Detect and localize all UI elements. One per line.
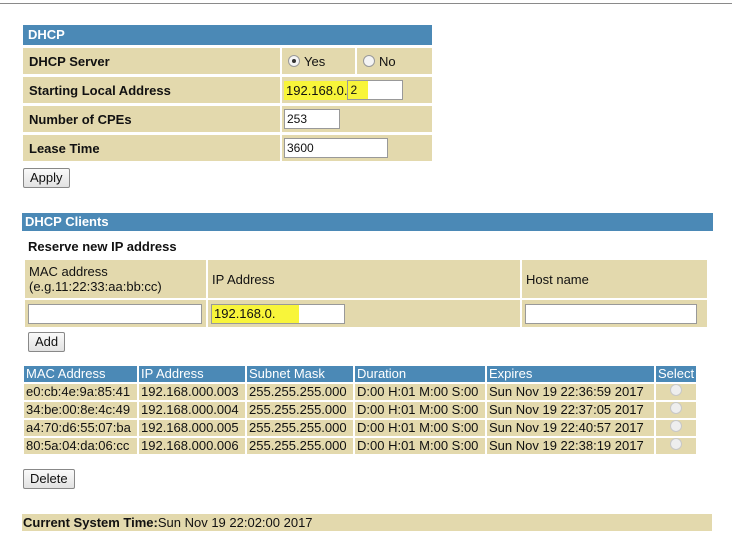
select-cell bbox=[656, 438, 697, 454]
radio-no-label: No bbox=[379, 53, 396, 69]
col-expires: Expires bbox=[487, 366, 654, 382]
subnet-cell: 255.255.255.000 bbox=[247, 438, 353, 454]
reserve-title: Reserve new IP address bbox=[28, 239, 177, 254]
cpes-row: Number of CPEs bbox=[23, 106, 432, 132]
select-cell bbox=[656, 420, 697, 436]
duration-cell: D:00 H:01 M:00 S:00 bbox=[355, 420, 485, 436]
dhcp-header: DHCP bbox=[23, 25, 432, 45]
dhcp-clients-header: DHCP Clients bbox=[22, 213, 713, 231]
radio-no-option[interactable]: No bbox=[355, 48, 432, 74]
expires-cell: Sun Nov 19 22:40:57 2017 bbox=[487, 420, 654, 436]
ip-cell: 192.168.000.005 bbox=[139, 420, 245, 436]
duration-cell: D:00 H:01 M:00 S:00 bbox=[355, 384, 485, 400]
host-name-input[interactable] bbox=[525, 303, 697, 324]
ip-cell: 192.168.000.004 bbox=[139, 402, 245, 418]
ip-input-wrapper: 192.168.0. bbox=[211, 303, 345, 324]
host-name-header: Host name bbox=[522, 260, 707, 298]
select-cell bbox=[656, 402, 697, 418]
clients-table: MAC Address IP Address Subnet Mask Durat… bbox=[22, 364, 698, 456]
ip-address-header: IP Address bbox=[208, 260, 520, 298]
dhcp-section: DHCP DHCP Server Yes No Starting Local A… bbox=[23, 25, 432, 161]
mac-address-header: MAC address (e.g.11:22:33:aa:bb:cc) bbox=[25, 260, 206, 298]
system-time-label: Current System Time: bbox=[23, 515, 158, 530]
ip-cell: 192.168.000.006 bbox=[139, 438, 245, 454]
starting-address-prefix: 192.168.0. bbox=[284, 80, 348, 100]
host-input-cell bbox=[522, 300, 707, 327]
col-subnet: Subnet Mask bbox=[247, 366, 353, 382]
system-time-value: Sun Nov 19 22:02:00 2017 bbox=[157, 515, 313, 530]
reserve-header-row: MAC address (e.g.11:22:33:aa:bb:cc) IP A… bbox=[25, 260, 707, 298]
col-mac: MAC Address bbox=[24, 366, 137, 382]
clients-table-header: MAC Address IP Address Subnet Mask Durat… bbox=[24, 366, 697, 382]
ip-input-cell: 192.168.0. bbox=[208, 300, 520, 327]
starting-address-row: Starting Local Address 192.168.0. bbox=[23, 77, 432, 103]
starting-address-label: Starting Local Address bbox=[29, 82, 171, 98]
ip-suffix-input[interactable] bbox=[275, 304, 336, 323]
cpes-cell bbox=[280, 106, 432, 132]
mac-cell: a4:70:d6:55:07:ba bbox=[24, 420, 137, 436]
lease-time-cell bbox=[280, 135, 432, 161]
ip-cell: 192.168.000.003 bbox=[139, 384, 245, 400]
duration-cell: D:00 H:01 M:00 S:00 bbox=[355, 402, 485, 418]
duration-cell: D:00 H:01 M:00 S:00 bbox=[355, 438, 485, 454]
select-radio[interactable] bbox=[670, 402, 683, 414]
mac-address-input[interactable] bbox=[28, 303, 202, 324]
ip-prefix: 192.168.0. bbox=[212, 304, 276, 323]
table-row: a4:70:d6:55:07:ba 192.168.000.005 255.25… bbox=[24, 420, 697, 436]
select-radio[interactable] bbox=[670, 384, 683, 396]
expires-cell: Sun Nov 19 22:36:59 2017 bbox=[487, 384, 654, 400]
table-row: 34:be:00:8e:4c:49 192.168.000.004 255.25… bbox=[24, 402, 697, 418]
subnet-cell: 255.255.255.000 bbox=[247, 420, 353, 436]
dhcp-server-row: DHCP Server Yes No bbox=[23, 48, 432, 74]
mac-cell: 80:5a:04:da:06:cc bbox=[24, 438, 137, 454]
cpes-label: Number of CPEs bbox=[29, 111, 132, 127]
radio-no-icon[interactable] bbox=[363, 55, 375, 67]
starting-address-input[interactable] bbox=[347, 80, 404, 100]
mac-cell: e0:cb:4e:9a:85:41 bbox=[24, 384, 137, 400]
mac-cell: 34:be:00:8e:4c:49 bbox=[24, 402, 137, 418]
apply-button[interactable]: Apply bbox=[23, 168, 70, 188]
reserve-input-row: 192.168.0. bbox=[25, 300, 707, 327]
col-select: Select bbox=[656, 366, 697, 382]
select-radio[interactable] bbox=[670, 438, 683, 450]
expires-cell: Sun Nov 19 22:37:05 2017 bbox=[487, 402, 654, 418]
select-radio[interactable] bbox=[670, 420, 683, 432]
add-button[interactable]: Add bbox=[28, 332, 66, 352]
system-time-bar: Current System Time:Sun Nov 19 22:02:00 … bbox=[22, 514, 712, 531]
radio-yes-icon[interactable] bbox=[288, 55, 300, 67]
radio-yes-option[interactable]: Yes bbox=[282, 48, 355, 74]
top-divider bbox=[0, 3, 732, 4]
select-cell bbox=[656, 384, 697, 400]
col-duration: Duration bbox=[355, 366, 485, 382]
table-row: 80:5a:04:da:06:cc 192.168.000.006 255.25… bbox=[24, 438, 697, 454]
cpes-input[interactable] bbox=[284, 109, 340, 129]
dhcp-server-label: DHCP Server bbox=[29, 53, 110, 69]
radio-yes-label: Yes bbox=[304, 53, 326, 69]
lease-time-input[interactable] bbox=[284, 138, 388, 158]
delete-button[interactable]: Delete bbox=[23, 469, 75, 489]
starting-address-cell: 192.168.0. bbox=[280, 77, 432, 103]
col-ip: IP Address bbox=[139, 366, 245, 382]
subnet-cell: 255.255.255.000 bbox=[247, 384, 353, 400]
subnet-cell: 255.255.255.000 bbox=[247, 402, 353, 418]
table-row: e0:cb:4e:9a:85:41 192.168.000.003 255.25… bbox=[24, 384, 697, 400]
mac-input-cell bbox=[25, 300, 206, 327]
dhcp-server-options: Yes No bbox=[280, 48, 432, 74]
lease-time-label: Lease Time bbox=[29, 140, 100, 156]
lease-time-row: Lease Time bbox=[23, 135, 432, 161]
expires-cell: Sun Nov 19 22:38:19 2017 bbox=[487, 438, 654, 454]
